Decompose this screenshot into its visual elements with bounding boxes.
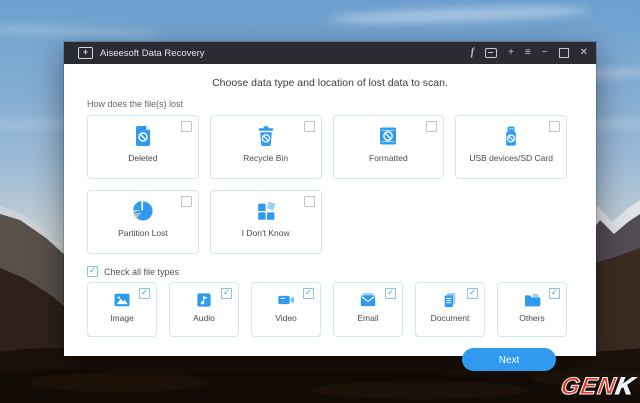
- scan-option-usb-sd[interactable]: USB devices/SD Card: [455, 115, 567, 179]
- checkbox[interactable]: [221, 288, 232, 299]
- scan-option-deleted[interactable]: Deleted: [87, 115, 199, 179]
- scan-option-formatted[interactable]: Formatted: [332, 115, 445, 179]
- checkbox[interactable]: [549, 121, 560, 132]
- card-label: USB devices/SD Card: [469, 153, 553, 163]
- scan-options-grid: Deleted Recycle Bin Formatted USB device…: [87, 115, 567, 254]
- checkbox[interactable]: [139, 288, 150, 299]
- audio-icon: [197, 293, 211, 307]
- filetype-video[interactable]: Video: [251, 282, 321, 337]
- card-label: I Don't Know: [241, 228, 290, 238]
- checkbox[interactable]: [87, 266, 98, 277]
- others-folder-icon: [525, 293, 541, 307]
- checkbox[interactable]: [467, 288, 478, 299]
- checkbox[interactable]: [180, 121, 192, 132]
- checkbox[interactable]: [303, 288, 314, 299]
- watermark-text-red: GEN: [558, 373, 619, 401]
- menu-icon[interactable]: ≡: [525, 48, 531, 58]
- filetype-others[interactable]: Others: [497, 282, 567, 337]
- card-label: Audio: [193, 313, 215, 323]
- check-all-file-types[interactable]: Check all file types: [87, 266, 596, 277]
- scan-option-partition-lost[interactable]: Partition Lost: [87, 190, 199, 254]
- checkbox[interactable]: [303, 121, 315, 132]
- feedback-icon[interactable]: [485, 48, 498, 58]
- card-label: Formatted: [369, 153, 408, 163]
- desktop-wallpaper: GENK + Aiseesoft Data Recovery f + ≡ − ✕…: [0, 0, 640, 403]
- app-window: + Aiseesoft Data Recovery f + ≡ − ✕ Choo…: [64, 42, 596, 371]
- usb-drive-icon: [506, 126, 516, 146]
- scan-option-dont-know[interactable]: I Don't Know: [209, 190, 322, 254]
- titlebar[interactable]: + Aiseesoft Data Recovery f + ≡ − ✕: [64, 42, 596, 64]
- card-label: Partition Lost: [118, 228, 168, 238]
- scan-option-recycle-bin[interactable]: Recycle Bin: [209, 115, 322, 179]
- card-label: Deleted: [128, 153, 158, 163]
- checkbox[interactable]: [549, 288, 560, 299]
- filetype-image[interactable]: Image: [87, 282, 157, 337]
- deleted-file-icon: [135, 126, 150, 146]
- formatted-drive-icon: [380, 127, 397, 145]
- main-content: Choose data type and location of lost da…: [64, 64, 596, 371]
- email-icon: [360, 293, 376, 307]
- scan-section-label: How does the file(s) lost: [87, 99, 184, 109]
- plus-icon[interactable]: +: [508, 48, 514, 58]
- card-label: Image: [110, 313, 134, 323]
- image-icon: [114, 293, 130, 307]
- recycle-bin-icon: [258, 126, 273, 147]
- check-all-label: Check all file types: [104, 266, 180, 277]
- card-label: Email: [357, 313, 379, 323]
- card-label: Recycle Bin: [243, 153, 289, 163]
- app-logo-icon: +: [78, 47, 93, 59]
- checkbox[interactable]: [180, 196, 192, 207]
- page-title: Choose data type and location of lost da…: [212, 77, 448, 89]
- checkbox[interactable]: [426, 121, 438, 132]
- card-label: Others: [519, 313, 545, 323]
- document-icon: [444, 293, 456, 307]
- card-label: Document: [430, 313, 470, 323]
- window-title: Aiseesoft Data Recovery: [100, 47, 205, 59]
- checkbox[interactable]: [303, 196, 315, 207]
- close-icon[interactable]: ✕: [580, 48, 588, 58]
- partition-pie-icon: [133, 201, 153, 221]
- video-icon: [278, 295, 294, 305]
- filetype-audio[interactable]: Audio: [169, 282, 239, 337]
- next-button[interactable]: Next: [462, 348, 556, 371]
- file-types-grid: Image Audio: [87, 282, 567, 337]
- filetype-email[interactable]: Email: [333, 282, 403, 337]
- facebook-icon[interactable]: f: [471, 48, 474, 58]
- minimize-icon[interactable]: −: [542, 48, 548, 58]
- filetype-document[interactable]: Document: [415, 282, 485, 337]
- card-label: Video: [275, 313, 297, 323]
- genk-watermark-logo: GENK: [558, 373, 637, 401]
- unknown-grid-icon: [257, 201, 275, 220]
- maximize-icon[interactable]: [558, 48, 569, 58]
- checkbox[interactable]: [385, 288, 396, 299]
